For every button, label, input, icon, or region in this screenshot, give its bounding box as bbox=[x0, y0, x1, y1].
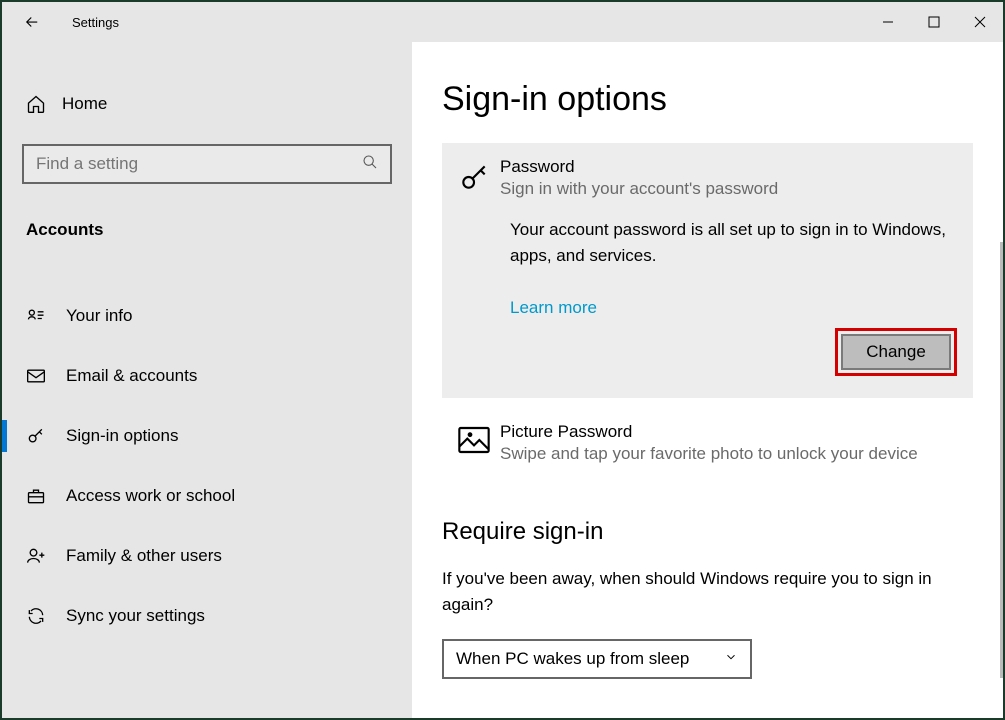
sidebar-item-label: Sign-in options bbox=[66, 426, 178, 446]
category-label: Accounts bbox=[22, 220, 392, 240]
close-button[interactable] bbox=[957, 2, 1003, 42]
require-signin-text: If you've been away, when should Windows… bbox=[442, 566, 973, 617]
password-subtitle: Sign in with your account's password bbox=[500, 179, 957, 199]
sidebar-item-family-other-users[interactable]: Family & other users bbox=[22, 526, 392, 586]
sidebar-item-your-info[interactable]: Your info bbox=[22, 286, 392, 346]
require-signin-title: Require sign-in bbox=[442, 518, 973, 546]
briefcase-icon bbox=[26, 486, 66, 506]
select-value: When PC wakes up from sleep bbox=[456, 649, 689, 669]
page-title: Sign-in options bbox=[442, 80, 973, 119]
mail-icon bbox=[26, 366, 66, 386]
search-icon bbox=[362, 154, 378, 175]
back-button[interactable] bbox=[2, 2, 62, 42]
sync-icon bbox=[26, 606, 66, 626]
picture-password-card[interactable]: Picture Password Swipe and tap your favo… bbox=[442, 416, 973, 470]
search-input-container[interactable] bbox=[22, 144, 392, 184]
password-title: Password bbox=[500, 157, 957, 177]
sidebar-item-label: Your info bbox=[66, 306, 132, 326]
picture-password-title: Picture Password bbox=[500, 422, 957, 442]
key-icon bbox=[458, 157, 500, 199]
maximize-button[interactable] bbox=[911, 2, 957, 42]
minimize-button[interactable] bbox=[865, 2, 911, 42]
picture-password-subtitle: Swipe and tap your favorite photo to unl… bbox=[500, 444, 957, 464]
main-content: Sign-in options Password Sign in with yo… bbox=[412, 42, 1003, 718]
change-button[interactable]: Change bbox=[841, 334, 951, 370]
key-icon bbox=[26, 426, 66, 446]
search-input[interactable] bbox=[36, 154, 362, 174]
learn-more-link[interactable]: Learn more bbox=[510, 298, 957, 318]
password-info: Your account password is all set up to s… bbox=[510, 217, 957, 268]
sidebar-item-email-accounts[interactable]: Email & accounts bbox=[22, 346, 392, 406]
password-card: Password Sign in with your account's pas… bbox=[442, 143, 973, 398]
sidebar-item-sign-in-options[interactable]: Sign-in options bbox=[22, 406, 392, 466]
highlight-annotation: Change bbox=[835, 328, 957, 376]
people-add-icon bbox=[26, 546, 66, 566]
sidebar-item-access-work-school[interactable]: Access work or school bbox=[22, 466, 392, 526]
sidebar-item-sync-settings[interactable]: Sync your settings bbox=[22, 586, 392, 646]
home-icon bbox=[26, 94, 62, 114]
require-signin-select[interactable]: When PC wakes up from sleep bbox=[442, 639, 752, 679]
sidebar-item-label: Sync your settings bbox=[66, 606, 205, 626]
home-button[interactable]: Home bbox=[22, 82, 392, 126]
sidebar-item-label: Email & accounts bbox=[66, 366, 197, 386]
person-card-icon bbox=[26, 306, 66, 326]
chevron-down-icon bbox=[724, 650, 738, 669]
sidebar-item-label: Access work or school bbox=[66, 486, 235, 506]
sidebar-item-label: Family & other users bbox=[66, 546, 222, 566]
picture-icon bbox=[458, 422, 500, 464]
home-label: Home bbox=[62, 94, 107, 114]
window-title: Settings bbox=[72, 15, 865, 30]
scrollbar[interactable] bbox=[1000, 242, 1003, 678]
